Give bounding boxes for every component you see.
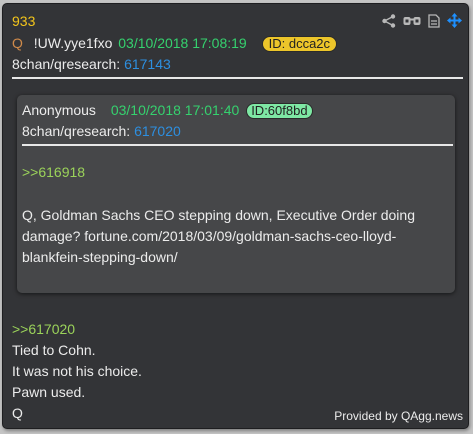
post-link[interactable]: 617143 <box>124 56 171 72</box>
post-toolbar <box>382 13 462 28</box>
reply-link[interactable]: >>617020 <box>12 321 75 337</box>
message-line: Pawn used. <box>12 384 86 400</box>
share-icon[interactable] <box>382 13 396 28</box>
credit-text: Provided by QAgg.news <box>334 409 463 423</box>
post-source: 8chan/qresearch: 617143 <box>12 56 171 72</box>
quoted-reply-link[interactable]: >>616918 <box>22 164 85 180</box>
move-icon[interactable] <box>447 13 462 28</box>
quoted-board-name: 8chan/qresearch: <box>22 123 131 139</box>
board-name: 8chan/qresearch: <box>12 56 121 72</box>
quoted-divider <box>22 144 453 146</box>
q-label: Q <box>12 35 23 51</box>
post-header: Q !UW.yye1fxo 03/10/2018 17:08:19 ID: dc… <box>12 35 338 52</box>
quoted-body: Q, Goldman Sachs CEO stepping down, Exec… <box>22 207 415 265</box>
message-line: It was not his choice. <box>12 363 142 379</box>
quoted-date: 03/10/2018 17:01:40 <box>110 102 240 118</box>
header-divider <box>12 77 463 79</box>
glasses-icon[interactable] <box>403 15 421 27</box>
tripcode: !UW.yye1fxo <box>33 35 113 51</box>
quoted-post-link[interactable]: 617020 <box>134 123 181 139</box>
quoted-id-badge: ID:60f8bd <box>246 103 313 119</box>
id-badge: ID: dcca2c <box>261 36 338 52</box>
document-icon[interactable] <box>428 13 440 28</box>
post-card: 933 Q !UW.yye1fxo 03/10/2018 17:08:19 ID… <box>2 3 469 429</box>
quoted-source: 8chan/qresearch: 617020 <box>22 123 181 139</box>
quoted-author: Anonymous <box>22 102 96 118</box>
message-line: Tied to Cohn. <box>12 342 96 358</box>
message-signature: Q <box>12 405 23 421</box>
quoted-header: Anonymous 03/10/2018 17:01:40 ID:60f8bd <box>22 102 313 119</box>
quoted-post: Anonymous 03/10/2018 17:01:40 ID:60f8bd … <box>17 95 455 293</box>
post-number: 933 <box>12 13 36 29</box>
post-date: 03/10/2018 17:08:19 <box>118 35 247 51</box>
